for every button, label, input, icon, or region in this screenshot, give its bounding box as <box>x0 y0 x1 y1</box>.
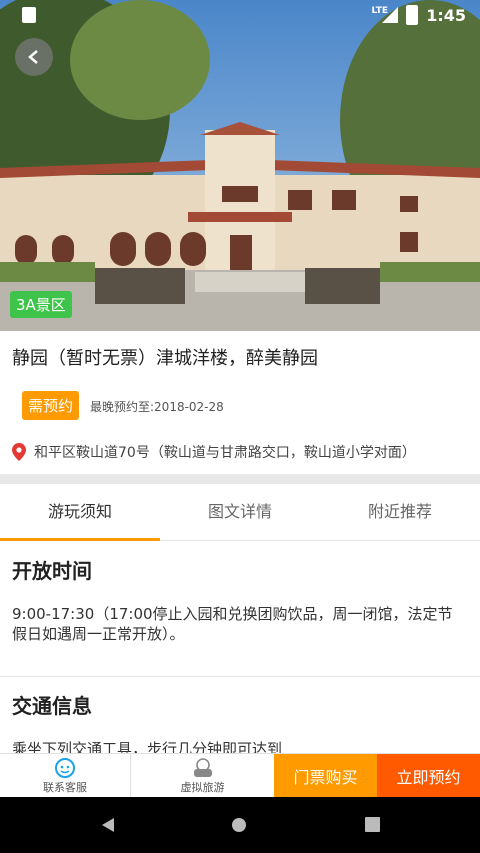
recents-nav-icon[interactable] <box>365 817 380 832</box>
reserve-tag: 需预约 <box>22 391 80 420</box>
tab-bar: 游玩须知 图文详情 附近推荐 <box>0 484 480 541</box>
chevron-left-icon <box>28 50 38 64</box>
buy-ticket-button[interactable]: 门票购买 <box>274 754 377 798</box>
virtual-tour-button[interactable]: 虚拟旅游 <box>130 754 274 798</box>
home-nav-icon[interactable] <box>231 817 247 833</box>
page-title: 静园（暂时无票）津城洋楼，醉美静园 <box>12 348 318 369</box>
back-button[interactable] <box>15 38 53 76</box>
system-nav-bar <box>0 797 480 853</box>
rating-badge: 3A景区 <box>10 291 72 318</box>
contact-service-label: 联系客服 <box>43 781 87 794</box>
tab-notice[interactable]: 游玩须知 <box>0 484 160 541</box>
address-row[interactable]: 和平区鞍山道70号（鞍山道与甘肃路交口，鞍山道小学对面） <box>12 442 416 462</box>
contact-service-button[interactable]: 联系客服 <box>0 754 130 798</box>
tab-details[interactable]: 图文详情 <box>160 484 320 540</box>
reserve-deadline: 最晚预约至:2018-02-28 <box>90 400 224 414</box>
open-time-title: 开放时间 <box>12 559 92 583</box>
address-text: 和平区鞍山道70号（鞍山道与甘肃路交口，鞍山道小学对面） <box>34 445 416 461</box>
status-bar: LTE 1:45 <box>0 0 480 30</box>
battery-icon <box>406 5 419 25</box>
tab-nearby[interactable]: 附近推荐 <box>320 484 480 540</box>
section-divider <box>0 474 480 484</box>
traffic-title: 交通信息 <box>12 694 92 718</box>
virtual-tour-label: 虚拟旅游 <box>180 781 225 794</box>
sd-card-icon <box>22 7 36 23</box>
building-photo <box>0 0 480 331</box>
open-time-body: 9:00-17:30（17:00停止入园和兑换团购饮品，周一闭馆，法定节假日如遇… <box>12 605 453 643</box>
customer-service-icon <box>55 758 75 778</box>
book-now-button[interactable]: 立即预约 <box>377 754 480 798</box>
location-pin-icon <box>12 443 26 461</box>
hero-image <box>0 0 480 331</box>
bottom-action-bar: 联系客服 虚拟旅游 门票购买 立即预约 <box>0 753 480 798</box>
clock: 1:45 <box>426 5 466 25</box>
divider <box>0 676 480 677</box>
vr-headset-icon <box>193 758 212 777</box>
signal-icon <box>382 7 399 23</box>
back-nav-icon[interactable] <box>100 817 116 833</box>
